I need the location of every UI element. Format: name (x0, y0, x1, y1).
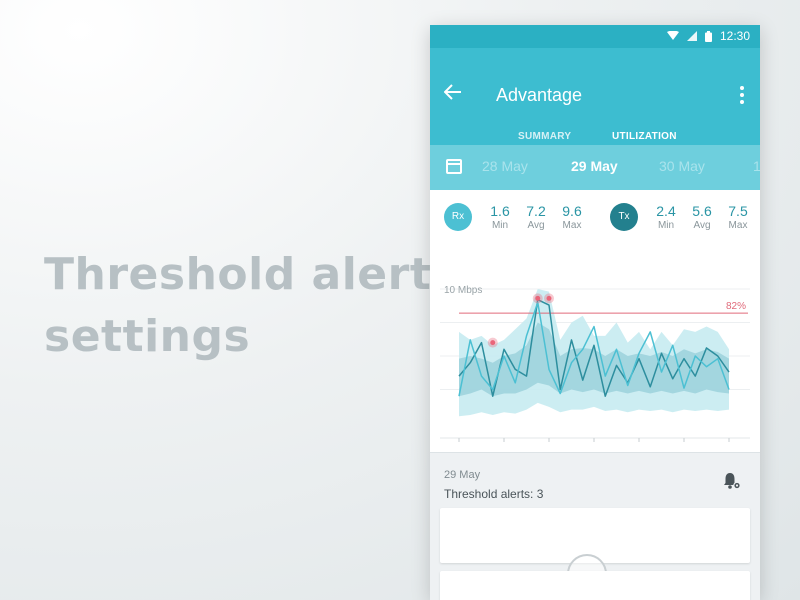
alert-point (490, 340, 496, 346)
app-bar: Advantage SUMMARY UTILIZATION (430, 48, 760, 161)
utilization-chart: 82%10 Mbps04812162024 (440, 285, 750, 442)
tab-utilization[interactable]: UTILIZATION (612, 131, 677, 142)
bell-settings-icon[interactable] (722, 471, 742, 491)
alerts-date: 29 May (444, 469, 481, 481)
date-next-2[interactable]: 1 (753, 158, 760, 174)
alerts-section: 29 May Threshold alerts: 3 (430, 453, 760, 600)
more-vert-icon[interactable] (740, 86, 744, 104)
signal-icon (686, 31, 697, 41)
alert-card[interactable] (440, 508, 750, 594)
battery-icon (704, 30, 712, 42)
date-current[interactable]: 29 May (571, 158, 618, 174)
alert-point (535, 295, 541, 301)
threshold-label: 82% (726, 301, 746, 312)
date-next[interactable]: 30 May (659, 158, 705, 174)
headline: Threshold alerts settings (44, 244, 458, 368)
date-prev[interactable]: 28 May (482, 158, 528, 174)
headline-line-2: settings (44, 311, 251, 362)
page-title: Advantage (496, 85, 583, 105)
alert-point (546, 295, 552, 301)
arrow-left-icon[interactable] (444, 84, 462, 100)
date-selector: 28 May 29 May 30 May 1 (430, 145, 760, 190)
status-time: 12:30 (719, 29, 750, 43)
calendar-icon[interactable] (446, 159, 462, 174)
y-axis-label: 10 Mbps (444, 285, 482, 296)
headline-line-1: Threshold alerts (44, 249, 459, 300)
wifi-icon (666, 31, 679, 40)
phone-screen: 12:30 Advantage SUMMARY UTILIZATION 28 M… (430, 25, 760, 600)
alert-card[interactable] (440, 571, 750, 600)
tab-summary[interactable]: SUMMARY (518, 131, 571, 142)
alerts-count: Threshold alerts: 3 (444, 487, 544, 501)
utilization-card: Rx 1.6 Min 7.2 Avg 9.6 Max Tx 2.4 Min 5.6 Avg… (430, 190, 760, 452)
status-bar: 12:30 (430, 25, 760, 48)
